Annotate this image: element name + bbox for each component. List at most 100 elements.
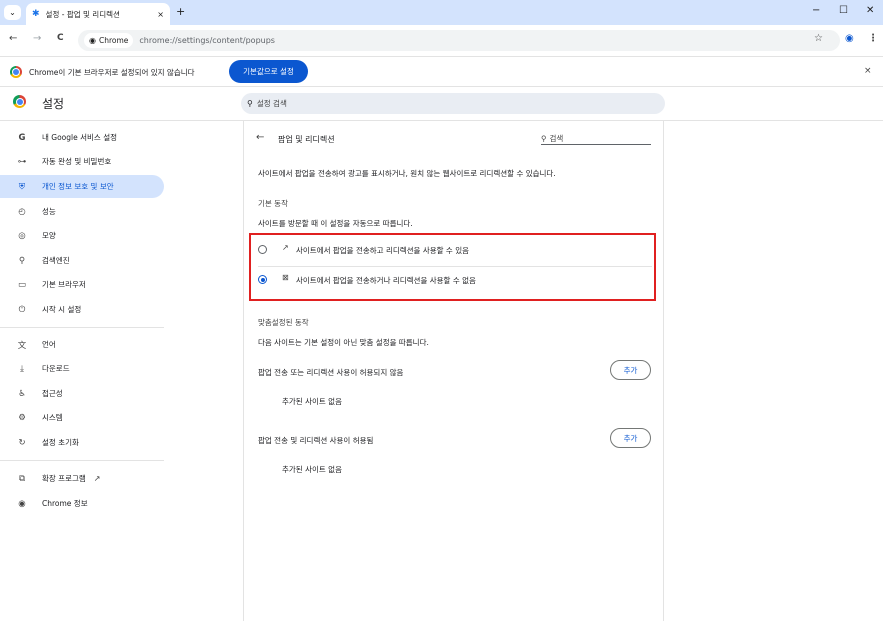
- menu-icon[interactable]: ⋮: [868, 33, 878, 44]
- sidebar-item-label: 언어: [42, 340, 56, 349]
- chrome-icon: ◉: [89, 36, 96, 45]
- search-icon: ⚲: [18, 255, 26, 266]
- chevron-down-icon: ⌄: [9, 8, 16, 17]
- close-tab-icon[interactable]: ×: [157, 10, 164, 19]
- sidebar-item-downloads[interactable]: ⤓ 다운로드: [0, 357, 164, 380]
- accessibility-icon: ♿: [18, 388, 26, 399]
- maximize-button[interactable]: ☐: [839, 5, 848, 16]
- chrome-icon: ◉: [18, 498, 26, 509]
- browser-tab[interactable]: ✱ 설정 - 팝업 및 리디렉션 ×: [26, 3, 170, 25]
- sidebar-item-label: 모양: [42, 231, 56, 240]
- allowed-empty-text: 추가된 사이트 없음: [282, 465, 342, 474]
- not-allowed-section-label: 팝업 전송 또는 리디렉션 사용이 허용되지 않음: [258, 368, 404, 377]
- browser-toolbar: ← → C ◉ Chrome chrome://settings/content…: [0, 25, 883, 56]
- sidebar-item-languages[interactable]: 文 언어: [0, 333, 164, 356]
- palette-icon: ◎: [18, 230, 26, 241]
- sidebar-item-label: 개인 정보 보호 및 보안: [42, 182, 114, 191]
- sidebar-item-label: 설정 초기화: [42, 438, 79, 447]
- sidebar-item-search-engine[interactable]: ⚲ 검색엔진: [0, 249, 164, 272]
- chrome-logo-icon: [13, 95, 26, 108]
- wrench-icon: ⚙: [18, 412, 26, 423]
- add-allowed-button[interactable]: 추가: [610, 428, 651, 448]
- sidebar-item-label: 다운로드: [42, 364, 70, 373]
- custom-behavior-subtext: 다음 사이트는 기본 설정이 아닌 맞춤 설정을 따릅니다.: [258, 338, 429, 347]
- search-icon: ⚲: [541, 134, 547, 143]
- default-browser-infobar: Chrome이 기본 브라우저로 설정되어 있지 않습니다 기본값으로 설정 ×: [0, 56, 883, 87]
- url-text: chrome://settings/content/popups: [139, 36, 275, 45]
- default-behavior-subtext: 사이트를 방문할 때 이 설정을 자동으로 따릅니다.: [258, 219, 413, 228]
- site-info-chip[interactable]: ◉ Chrome: [84, 33, 134, 48]
- search-placeholder: 설정 검색: [256, 99, 287, 108]
- sidebar-item-label: 확장 프로그램: [42, 474, 86, 483]
- settings-title: 설정: [42, 97, 65, 111]
- profile-icon[interactable]: ◉: [845, 33, 854, 44]
- sidebar-item-google-services[interactable]: G 내 Google 서비스 설정: [0, 126, 164, 149]
- back-button[interactable]: ←: [9, 33, 17, 44]
- sidebar-item-default-browser[interactable]: ▭ 기본 브라우저: [0, 273, 164, 296]
- site-chip-label: Chrome: [98, 36, 129, 45]
- gear-icon: ✱: [32, 9, 40, 19]
- new-tab-button[interactable]: +: [176, 5, 185, 18]
- sidebar-item-label: 검색엔진: [42, 256, 70, 265]
- power-icon: ⏻: [18, 304, 26, 315]
- back-arrow-icon[interactable]: ←: [256, 132, 264, 143]
- reset-icon: ↻: [18, 437, 26, 448]
- page-description: 사이트에서 팝업을 전송하여 광고를 표시하거나, 원치 않는 웹사이트로 리디…: [258, 169, 556, 178]
- address-bar[interactable]: ◉ Chrome chrome://settings/content/popup…: [78, 30, 840, 51]
- sidebar-item-accessibility[interactable]: ♿ 접근성: [0, 382, 164, 405]
- default-behavior-heading: 기본 동작: [258, 199, 288, 208]
- not-allowed-empty-text: 추가된 사이트 없음: [282, 397, 342, 406]
- speedometer-icon: ◴: [18, 206, 26, 217]
- browser-icon: ▭: [17, 279, 27, 290]
- sidebar-item-label: 자동 완성 및 비밀번호: [42, 157, 112, 166]
- sidebar-item-label: 접근성: [42, 389, 63, 398]
- shield-icon: ⛨: [18, 181, 26, 192]
- sidebar-item-label: 기본 브라우저: [42, 280, 86, 289]
- title-bar: ⌄ ✱ 설정 - 팝업 및 리디렉션 × + − ☐ ✕: [0, 0, 883, 25]
- sidebar-item-label: 내 Google 서비스 설정: [42, 133, 117, 142]
- sidebar-divider: [0, 460, 164, 461]
- forward-button[interactable]: →: [33, 33, 41, 44]
- google-icon: G: [18, 132, 26, 143]
- search-icon: ⚲: [247, 99, 253, 108]
- right-blank-area: [665, 121, 883, 621]
- highlight-annotation-box: [249, 233, 656, 301]
- key-icon: ⊶: [17, 156, 27, 167]
- chrome-logo-icon: [10, 66, 22, 78]
- tab-search-button[interactable]: ⌄: [4, 5, 21, 20]
- page-search-input[interactable]: ⚲ 검색: [541, 133, 651, 145]
- page-search-label: 검색: [549, 134, 564, 143]
- external-link-icon: ↗: [93, 474, 101, 483]
- sidebar-item-system[interactable]: ⚙ 시스템: [0, 406, 164, 429]
- sidebar-item-about-chrome[interactable]: ◉ Chrome 정보: [0, 492, 164, 515]
- tab-title: 설정 - 팝업 및 리디렉션: [45, 9, 120, 19]
- page-title: 팝업 및 리디렉션: [278, 135, 335, 144]
- popups-settings-panel: ← 팝업 및 리디렉션 ⚲ 검색 사이트에서 팝업을 전송하여 광고를 표시하거나…: [243, 121, 664, 621]
- infobar-close-icon[interactable]: ×: [864, 66, 872, 76]
- download-icon: ⤓: [20, 363, 24, 374]
- sidebar-divider: [0, 327, 164, 328]
- sidebar-item-privacy[interactable]: ⛨ 개인 정보 보호 및 보안: [0, 175, 164, 198]
- sidebar-item-label: 성능: [42, 207, 56, 216]
- bookmark-star-icon[interactable]: ☆: [814, 33, 823, 44]
- sidebar-item-performance[interactable]: ◴ 성능: [0, 200, 164, 223]
- settings-sidebar: G 내 Google 서비스 설정 ⊶ 자동 완성 및 비밀번호 ⛨ 개인 정보…: [0, 121, 175, 621]
- sidebar-item-label: 시스템: [42, 413, 63, 422]
- sidebar-item-reset[interactable]: ↻ 설정 초기화: [0, 431, 164, 454]
- sidebar-item-extensions[interactable]: ⧉ 확장 프로그램 ↗: [0, 467, 164, 490]
- minimize-button[interactable]: −: [812, 5, 820, 16]
- sidebar-item-label: Chrome 정보: [42, 499, 88, 508]
- sidebar-item-on-startup[interactable]: ⏻ 시작 시 설정: [0, 298, 164, 321]
- add-not-allowed-button[interactable]: 추가: [610, 360, 651, 380]
- close-window-button[interactable]: ✕: [866, 5, 874, 16]
- settings-search-input[interactable]: ⚲ 설정 검색: [241, 93, 665, 114]
- set-default-button[interactable]: 기본값으로 설정: [229, 60, 308, 83]
- sidebar-item-appearance[interactable]: ◎ 모양: [0, 224, 164, 247]
- reload-button[interactable]: C: [57, 33, 64, 43]
- allowed-section-label: 팝업 전송 및 리디렉션 사용이 허용됨: [258, 436, 374, 445]
- custom-behavior-heading: 맞춤설정된 동작: [258, 318, 309, 327]
- sidebar-item-label: 시작 시 설정: [42, 305, 82, 314]
- sidebar-item-autofill[interactable]: ⊶ 자동 완성 및 비밀번호: [0, 150, 164, 173]
- translate-icon: 文: [17, 340, 27, 351]
- extension-icon: ⧉: [18, 473, 26, 484]
